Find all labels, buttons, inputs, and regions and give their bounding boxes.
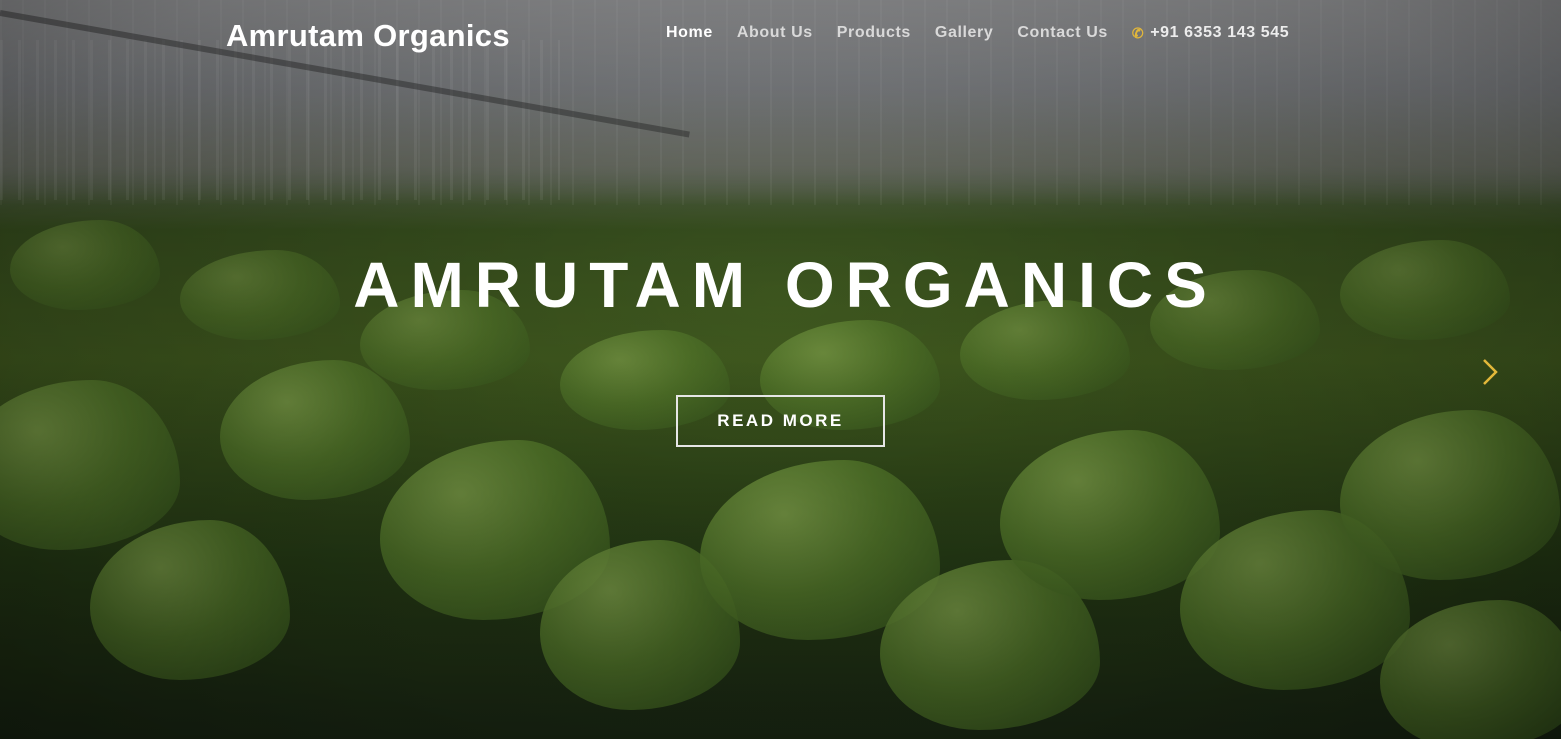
nav-item-contact-us[interactable]: Contact Us — [1017, 24, 1107, 42]
brand-logo-text[interactable]: Amrutam Organics — [226, 18, 510, 54]
hero-title: AMRUTAM ORGANICS — [353, 249, 1218, 321]
chevron-right-icon — [1483, 359, 1498, 385]
hero-slider: Amrutam Organics Home About Us Products … — [0, 0, 1561, 739]
slider-next-button[interactable] — [1478, 356, 1502, 388]
nav-item-gallery[interactable]: Gallery — [935, 24, 993, 42]
dark-overlay — [0, 0, 1561, 739]
read-more-button[interactable]: READ MORE — [676, 395, 885, 447]
phone-number: +91 6353 143 545 — [1150, 24, 1290, 41]
main-nav: Home About Us Products Gallery Contact U… — [666, 24, 1289, 42]
site-header: Amrutam Organics Home About Us Products … — [0, 0, 1561, 72]
nav-item-home[interactable]: Home — [666, 24, 713, 42]
nav-item-about-us[interactable]: About Us — [737, 24, 813, 42]
phone-icon: ✆ — [1131, 24, 1145, 41]
phone-link[interactable]: ✆ +91 6353 143 545 — [1132, 24, 1289, 42]
nav-item-products[interactable]: Products — [837, 24, 911, 42]
